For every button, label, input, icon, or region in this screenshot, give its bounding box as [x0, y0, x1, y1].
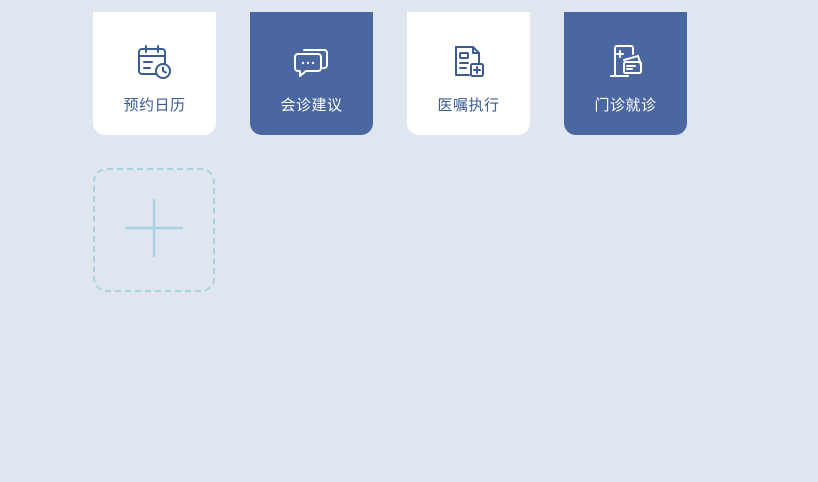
tile-appointment-calendar[interactable]: 预约日历: [93, 12, 216, 135]
medical-document-icon: [449, 42, 489, 82]
calendar-clock-icon: [135, 42, 175, 82]
tile-label: 门诊就诊: [594, 96, 657, 114]
clinic-card-icon: [606, 42, 646, 82]
chat-bubbles-icon: [292, 42, 332, 82]
tile-label: 预约日历: [123, 96, 186, 114]
tile-outpatient-visit[interactable]: 门诊就诊: [564, 12, 687, 135]
tile-consultation-advice[interactable]: 会诊建议: [250, 12, 373, 135]
tile-label: 会诊建议: [280, 96, 343, 114]
tile-label: 医嘱执行: [437, 96, 500, 114]
add-tile-button[interactable]: [93, 168, 215, 292]
plus-icon: [122, 196, 186, 264]
tile-medical-order-execution[interactable]: 医嘱执行: [407, 12, 530, 135]
